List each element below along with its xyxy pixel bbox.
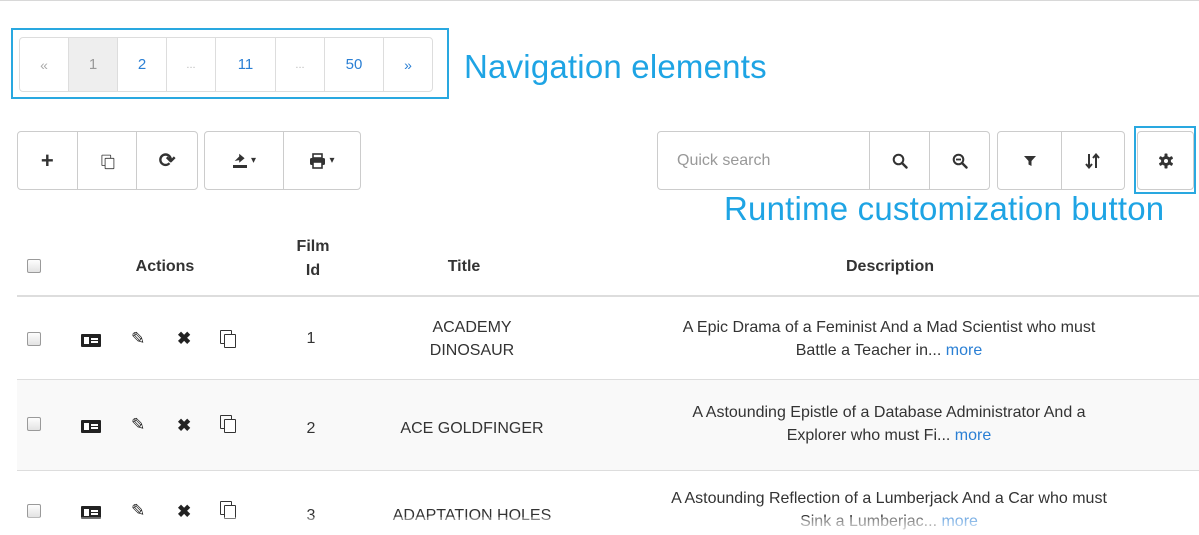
zoom-out-icon: [952, 153, 968, 169]
reset-search-button[interactable]: [930, 132, 989, 189]
description-cell: A Epic Drama of a Feminist And a Mad Sci…: [589, 316, 1189, 362]
top-border: [0, 0, 1199, 1]
copy-record-icon[interactable]: [220, 330, 236, 348]
search-button[interactable]: [870, 132, 930, 189]
caret-down-icon: ▾: [250, 155, 257, 166]
view-details-icon[interactable]: [81, 334, 101, 347]
caret-down-icon: ▾: [329, 155, 335, 166]
select-all-checkbox[interactable]: [27, 259, 41, 273]
row-checkbox[interactable]: [27, 504, 41, 518]
description-line: A Astounding Reflection of a Lumberjack …: [671, 490, 1107, 507]
title-line: ACADEMY: [432, 319, 512, 336]
filter-sort-group: [997, 131, 1125, 190]
print-icon: [310, 152, 326, 169]
title-cell: ACE GOLDFINGER: [400, 420, 544, 437]
export-button[interactable]: ▾: [205, 132, 284, 189]
copy-record-icon[interactable]: [220, 415, 236, 433]
pagination-page-11[interactable]: 11: [216, 38, 276, 91]
more-link[interactable]: more: [946, 342, 982, 359]
description-text: Battle a Teacher in...: [795, 342, 942, 359]
description-line: Explorer who must Fi... more: [589, 424, 1189, 447]
refresh-icon: ⟳: [158, 150, 176, 172]
title-line: DINOSAUR: [429, 342, 515, 359]
edit-pencil-icon[interactable]: ✎: [131, 330, 145, 347]
copy-record-icon[interactable]: [220, 501, 236, 519]
description-cell: A Astounding Epistle of a Database Admin…: [589, 401, 1189, 447]
copy-glyph: [101, 154, 115, 169]
add-button[interactable]: +: [18, 132, 78, 189]
description-line: A Astounding Epistle of a Database Admin…: [692, 404, 1086, 421]
film-id-cell: 1: [306, 330, 316, 347]
filter-icon: [1023, 155, 1036, 166]
filter-button[interactable]: [998, 132, 1062, 189]
table-row: ✎ ✖ 1 ACADEMY DINOSAUR A Epic Drama of a…: [17, 297, 1199, 379]
description-text: Explorer who must Fi...: [786, 427, 951, 444]
description-line: Battle a Teacher in... more: [589, 339, 1189, 362]
pagination: « 1 2 ... 11 ... 50 »: [19, 37, 433, 92]
title-cell: ACADEMY DINOSAUR: [372, 316, 572, 362]
column-header-film-id[interactable]: Film Id: [268, 235, 358, 283]
customization-highlight-box: [1134, 126, 1196, 194]
quick-search-input[interactable]: [657, 131, 870, 190]
film-id-cell: 2: [306, 420, 316, 437]
view-details-icon[interactable]: [81, 420, 101, 433]
column-header-film-id-line1: Film: [296, 238, 330, 255]
column-header-title[interactable]: Title: [380, 258, 548, 276]
export-print-group: ▾ ▾: [204, 131, 361, 190]
row-checkbox[interactable]: [27, 332, 41, 346]
navigation-annotation: Navigation elements: [464, 48, 767, 85]
delete-icon[interactable]: ✖: [177, 330, 191, 347]
description-line: A Epic Drama of a Feminist And a Mad Sci…: [682, 319, 1096, 336]
search-buttons-group: [869, 131, 990, 190]
edit-pencil-icon[interactable]: ✎: [131, 416, 145, 433]
pagination-ellipsis[interactable]: ...: [167, 38, 216, 91]
more-link[interactable]: more: [955, 427, 991, 444]
copy-icon: [99, 152, 115, 170]
pagination-page-50[interactable]: 50: [325, 38, 384, 91]
export-icon: [232, 153, 247, 168]
sort-button[interactable]: [1062, 132, 1124, 189]
customization-annotation: Runtime customization button: [724, 190, 1165, 227]
table-row: ✎ ✖ 2 ACE GOLDFINGER A Astounding Epistl…: [17, 380, 1199, 470]
pagination-first[interactable]: «: [20, 38, 69, 91]
search-icon: [892, 153, 908, 169]
refresh-button[interactable]: ⟳: [137, 132, 197, 189]
print-button[interactable]: ▾: [284, 132, 360, 189]
column-header-film-id-line2: Id: [305, 262, 321, 279]
column-header-description[interactable]: Description: [590, 258, 1190, 276]
sort-icon: [1085, 152, 1100, 169]
torn-edge-fade: [0, 517, 1199, 535]
pagination-next[interactable]: »: [384, 38, 432, 91]
column-header-actions: Actions: [135, 258, 195, 275]
pagination-ellipsis[interactable]: ...: [276, 38, 325, 91]
pagination-page-1[interactable]: 1: [69, 38, 118, 91]
record-actions-group: + ⟳: [17, 131, 198, 190]
copy-button[interactable]: [78, 132, 138, 189]
pagination-page-2[interactable]: 2: [118, 38, 167, 91]
plus-icon: +: [40, 147, 54, 173]
row-checkbox[interactable]: [27, 417, 41, 431]
delete-icon[interactable]: ✖: [177, 417, 191, 434]
